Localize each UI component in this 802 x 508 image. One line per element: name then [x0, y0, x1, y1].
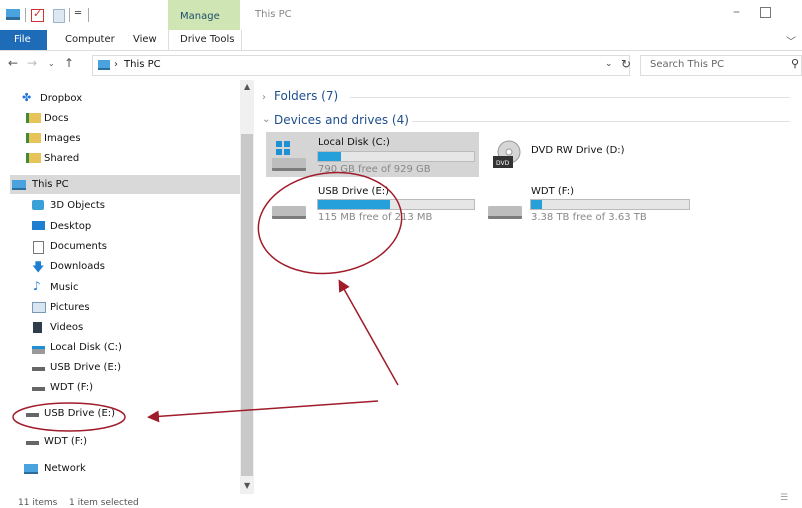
annotation-arrow: [338, 279, 399, 386]
annotation-overlay: [12, 171, 403, 432]
highlight-circle: [257, 171, 403, 275]
highlight-circle: [12, 402, 126, 432]
status-item-count: 11 items: [18, 498, 58, 508]
details-view-icon[interactable]: ☰: [780, 493, 788, 503]
status-selection: 1 item selected: [69, 498, 139, 508]
annotation-arrow: [147, 400, 379, 423]
